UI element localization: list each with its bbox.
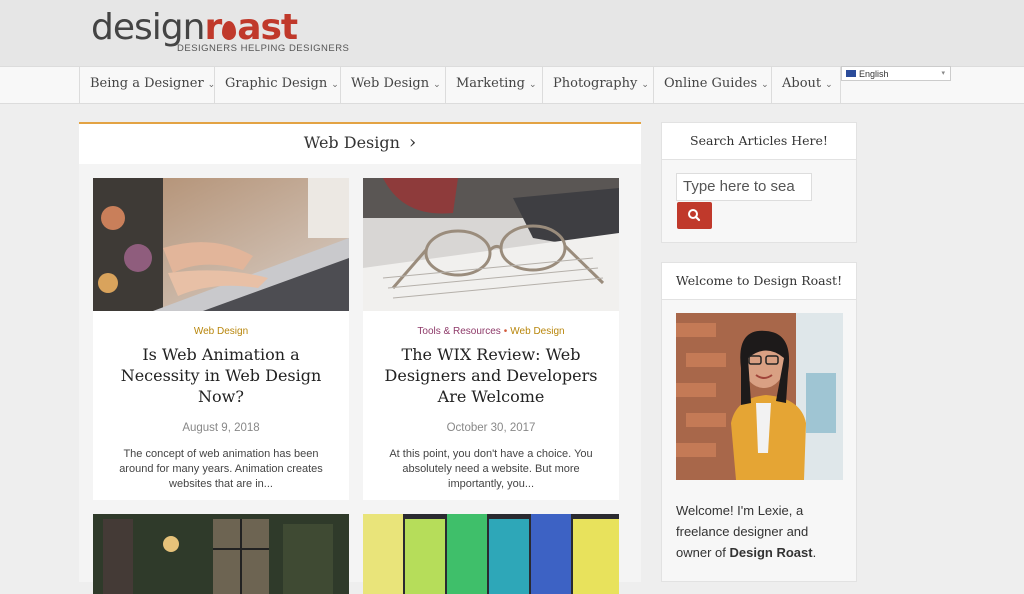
post-date: August 9, 2018 xyxy=(182,422,260,434)
nav-item-label: About xyxy=(782,76,822,91)
welcome-site-name: Design Roast xyxy=(729,545,813,560)
chevron-down-icon: ⌄ xyxy=(433,80,441,90)
logo-text-roast: ast xyxy=(237,7,298,48)
post-category-link[interactable]: Web Design xyxy=(194,326,248,337)
author-photo xyxy=(676,313,843,480)
post-excerpt: The concept of web animation has been ar… xyxy=(119,448,323,490)
site-logo[interactable]: designr ast xyxy=(91,7,298,48)
nav-item-photography[interactable]: Photography ⌄ xyxy=(543,67,654,103)
nav-item-label: Online Guides xyxy=(664,76,758,91)
post-card[interactable] xyxy=(363,514,619,594)
site-tagline: DESIGNERS HELPING DESIGNERS xyxy=(177,43,350,54)
nav-item-about[interactable]: About ⌄ xyxy=(772,67,841,103)
chevron-down-icon: ⌄ xyxy=(825,80,833,90)
chevron-down-icon: ⌄ xyxy=(331,80,339,90)
welcome-text-end: . xyxy=(812,545,817,560)
nav-item-graphic-design[interactable]: Graphic Design ⌄ xyxy=(215,67,341,103)
nav-item-web-design[interactable]: Web Design ⌄ xyxy=(341,67,446,103)
site-header: designr ast DESIGNERS HELPING DESIGNERS xyxy=(0,0,1024,66)
chevron-down-icon: ⌄ xyxy=(641,80,649,90)
welcome-widget-title: Welcome to Design Roast! xyxy=(662,263,856,300)
nav-item-label: Photography xyxy=(553,76,638,91)
post-excerpt: At this point, you don't have a choice. … xyxy=(389,448,593,490)
chevron-down-icon: ⌄ xyxy=(528,80,537,90)
search-button[interactable] xyxy=(677,202,712,229)
logo-drop-icon xyxy=(222,21,237,40)
nav-item-label: Graphic Design xyxy=(225,76,328,91)
uk-flag-icon xyxy=(846,70,856,77)
post-title[interactable]: The WIX Review: Web Designers and Develo… xyxy=(375,344,607,407)
section-header[interactable]: Web Design › xyxy=(79,122,641,164)
post-card[interactable] xyxy=(93,514,349,594)
nav-item-label: Web Design xyxy=(351,76,430,91)
chevron-right-icon: › xyxy=(409,132,417,153)
nav-item-online-guides[interactable]: Online Guides ⌄ xyxy=(654,67,772,103)
nav-item-label: Marketing xyxy=(456,76,525,91)
logo-wordmark: designr ast xyxy=(91,7,298,48)
language-selected: English xyxy=(859,69,889,79)
post-thumbnail[interactable] xyxy=(363,514,619,594)
post-card[interactable]: Web Design Is Web Animation a Necessity … xyxy=(93,178,349,500)
logo-text-design: design xyxy=(91,7,205,48)
nav-item-marketing[interactable]: Marketing ⌄ xyxy=(446,67,543,103)
search-icon xyxy=(688,209,701,222)
post-title[interactable]: Is Web Animation a Necessity in Web Desi… xyxy=(105,344,337,407)
post-categories: Web Design xyxy=(93,326,349,337)
welcome-text: Welcome! I'm Lexie, a freelance designer… xyxy=(676,500,846,563)
logo-text-r: r xyxy=(204,7,222,48)
post-categories: Tools & Resources • Web Design xyxy=(363,326,619,337)
welcome-widget: Welcome to Design Roast! Welcome! I'm Le… xyxy=(661,262,857,582)
post-thumbnail[interactable] xyxy=(93,178,349,311)
post-category-link[interactable]: Tools & Resources xyxy=(417,326,500,337)
post-date: October 30, 2017 xyxy=(446,422,536,434)
search-widget: Search Articles Here! Type here to sea xyxy=(661,122,857,243)
search-widget-title: Search Articles Here! xyxy=(662,123,856,160)
category-separator: • xyxy=(503,326,508,337)
nav-item-label: Being a Designer xyxy=(90,76,204,91)
section-title: Web Design xyxy=(303,133,400,152)
main-content: Web Design › Web Design Is Web Animation… xyxy=(79,122,641,594)
search-input[interactable]: Type here to sea xyxy=(676,173,812,201)
post-thumbnail[interactable] xyxy=(93,514,349,594)
post-card[interactable]: Tools & Resources • Web Design The WIX Rev… xyxy=(363,178,619,500)
caret-down-icon: ▾ xyxy=(941,70,945,77)
chevron-down-icon: ⌄ xyxy=(761,80,769,90)
language-select[interactable]: English ▾ xyxy=(841,66,951,81)
post-thumbnail[interactable] xyxy=(363,178,619,311)
post-category-link[interactable]: Web Design xyxy=(510,326,564,337)
nav-item-being-a-designer[interactable]: Being a Designer ⌄ xyxy=(79,67,215,103)
